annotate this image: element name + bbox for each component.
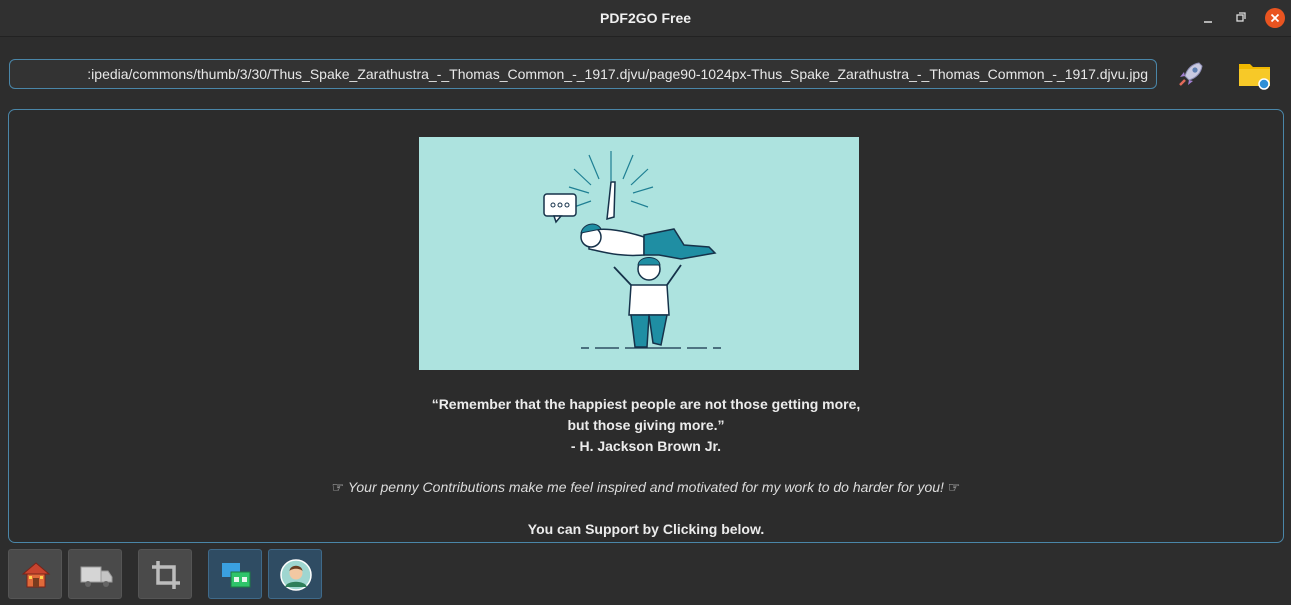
- contribution-message: ☞ Your penny Contributions make me feel …: [331, 479, 961, 495]
- url-input[interactable]: :ipedia/commons/thumb/3/30/Thus_Spake_Za…: [9, 59, 1157, 89]
- crop-button[interactable]: [138, 549, 192, 599]
- support-prompt: You can Support by Clicking below.: [527, 521, 765, 537]
- url-input-value: :ipedia/commons/thumb/3/30/Thus_Spake_Za…: [87, 66, 1148, 82]
- people-helping-illustration: [419, 137, 859, 370]
- quote-author: - H. Jackson Brown Jr.: [570, 438, 722, 454]
- window-title: PDF2GO Free: [599, 10, 692, 26]
- quote-line-1: “Remember that the happiest people are n…: [431, 396, 861, 412]
- rocket-icon[interactable]: [1172, 55, 1210, 93]
- main-panel: “Remember that the happiest people are n…: [8, 109, 1284, 543]
- app-window: PDF2GO Free :ipedia/commons/thumb/3/30/T…: [0, 0, 1291, 605]
- truck-icon: [80, 566, 113, 587]
- title-bar: PDF2GO Free: [0, 0, 1291, 37]
- avatar-button[interactable]: [268, 549, 322, 599]
- maximize-icon[interactable]: [1231, 8, 1251, 28]
- windows-button[interactable]: [208, 549, 262, 599]
- truck-button[interactable]: [68, 549, 122, 599]
- close-icon[interactable]: [1265, 8, 1285, 28]
- crop-icon: [152, 561, 180, 589]
- windows-icon: [222, 563, 251, 588]
- folder-search-icon[interactable]: [1236, 55, 1274, 93]
- home-icon: [21, 562, 51, 588]
- avatar-icon: [280, 559, 312, 591]
- quote-line-2: but those giving more.”: [567, 417, 725, 433]
- home-button[interactable]: [8, 549, 62, 599]
- minimize-icon[interactable]: [1198, 8, 1218, 28]
